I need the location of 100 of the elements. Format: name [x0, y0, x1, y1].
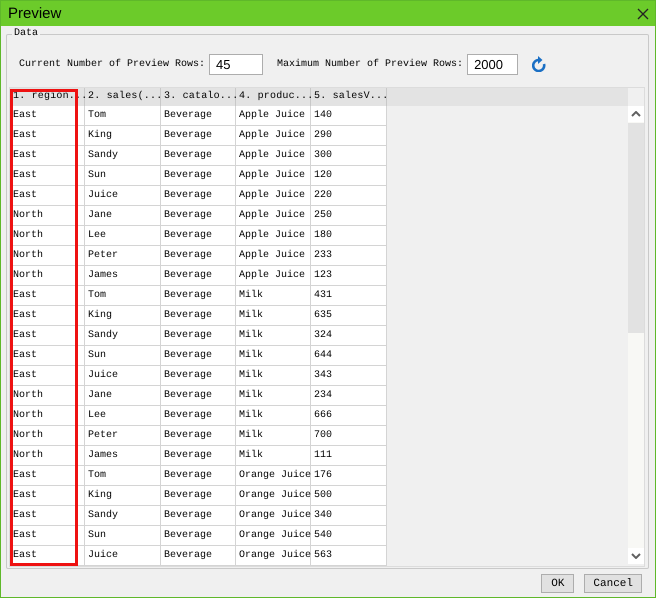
- table-cell: Beverage: [161, 306, 236, 326]
- table-cell: East: [10, 106, 85, 126]
- table-cell: Milk: [236, 366, 311, 386]
- table-cell: Lee: [85, 226, 161, 246]
- table-cell: Milk: [236, 446, 311, 466]
- ok-button[interactable]: OK: [541, 574, 574, 593]
- field-label: Maximum Number of Preview Rows:: [277, 58, 464, 70]
- table-cell: James: [85, 266, 161, 286]
- window-title: Preview: [8, 5, 62, 22]
- table-cell: Orange Juice: [236, 486, 311, 506]
- table-cell: East: [10, 166, 85, 186]
- table-cell: East: [10, 146, 85, 166]
- table-cell: Apple Juice: [236, 186, 311, 206]
- table-cell: Beverage: [161, 506, 236, 526]
- table-cell: Beverage: [161, 386, 236, 406]
- table-cell: King: [85, 126, 161, 146]
- table-cell: East: [10, 186, 85, 206]
- table-cell: North: [10, 206, 85, 226]
- table-cell: Apple Juice: [236, 146, 311, 166]
- table-cell: Beverage: [161, 166, 236, 186]
- table-cell: Beverage: [161, 186, 236, 206]
- table-cell: Beverage: [161, 146, 236, 166]
- table-cell: Lee: [85, 406, 161, 426]
- table-cell: King: [85, 486, 161, 506]
- table-cell: Beverage: [161, 126, 236, 146]
- table-cell: 180: [311, 226, 387, 246]
- table-cell: 324: [311, 326, 387, 346]
- cancel-button[interactable]: Cancel: [584, 574, 642, 593]
- table-cell: Apple Juice: [236, 226, 311, 246]
- table-cell: Milk: [236, 346, 311, 366]
- table-cell: 234: [311, 386, 387, 406]
- scroll-down-icon[interactable]: [628, 548, 644, 564]
- table-cell: 300: [311, 146, 387, 166]
- table-cell: Sun: [85, 166, 161, 186]
- table-cell: Beverage: [161, 286, 236, 306]
- table-cell: Beverage: [161, 266, 236, 286]
- table-cell: 644: [311, 346, 387, 366]
- table-cell: Milk: [236, 426, 311, 446]
- table-cell: Beverage: [161, 366, 236, 386]
- table-cell: North: [10, 266, 85, 286]
- table-cell: 290: [311, 126, 387, 146]
- table-cell: Beverage: [161, 406, 236, 426]
- table-cell: 563: [311, 546, 387, 566]
- table-cell: 123: [311, 266, 387, 286]
- table-cell: 111: [311, 446, 387, 466]
- table-cell: Beverage: [161, 486, 236, 506]
- table-cell: East: [10, 486, 85, 506]
- table-cell: Beverage: [161, 526, 236, 546]
- table-cell: 540: [311, 526, 387, 546]
- table-cell: King: [85, 306, 161, 326]
- table-cell: East: [10, 466, 85, 486]
- table-cell: 343: [311, 366, 387, 386]
- table-cell: 666: [311, 406, 387, 426]
- table-cell: East: [10, 526, 85, 546]
- table-cell: East: [10, 506, 85, 526]
- table-cell: 233: [311, 246, 387, 266]
- table-cell: Apple Juice: [236, 166, 311, 186]
- table-cell: Orange Juice: [236, 526, 311, 546]
- table-cell: Orange Juice: [236, 506, 311, 526]
- table-cell: Apple Juice: [236, 246, 311, 266]
- table-cell: Apple Juice: [236, 266, 311, 286]
- table-cell: Juice: [85, 366, 161, 386]
- table-cell: Beverage: [161, 206, 236, 226]
- table-cell: Beverage: [161, 466, 236, 486]
- refresh-icon[interactable]: [532, 56, 546, 72]
- table-cell: Beverage: [161, 246, 236, 266]
- table-cell: Beverage: [161, 346, 236, 366]
- table-cell: Beverage: [161, 226, 236, 246]
- table-cell: Beverage: [161, 326, 236, 346]
- table-cell: East: [10, 306, 85, 326]
- table-cell: East: [10, 286, 85, 306]
- table-cell: Milk: [236, 386, 311, 406]
- table-cell: Peter: [85, 246, 161, 266]
- input-field[interactable]: 2000: [467, 54, 518, 74]
- table-cell: 120: [311, 166, 387, 186]
- table-cell: Sandy: [85, 146, 161, 166]
- table-cell: Orange Juice: [236, 546, 311, 566]
- table-cell: Apple Juice: [236, 126, 311, 146]
- table-cell: Milk: [236, 326, 311, 346]
- table-cell: Tom: [85, 466, 161, 486]
- table-cell: East: [10, 126, 85, 146]
- table-cell: Jane: [85, 206, 161, 226]
- table-cell: James: [85, 446, 161, 466]
- table-cell: Beverage: [161, 446, 236, 466]
- scroll-thumb[interactable]: [628, 123, 644, 333]
- input-field[interactable]: 45: [209, 54, 264, 74]
- table-cell: East: [10, 366, 85, 386]
- table-cell: East: [10, 346, 85, 366]
- close-icon[interactable]: [637, 8, 649, 20]
- table-cell: North: [10, 246, 85, 266]
- table-cell: Sun: [85, 346, 161, 366]
- table-cell: Peter: [85, 426, 161, 446]
- table-cell: 220: [311, 186, 387, 206]
- scroll-up-icon[interactable]: [628, 106, 644, 122]
- table-cell: Sandy: [85, 326, 161, 346]
- table-cell: Milk: [236, 286, 311, 306]
- table-cell: Beverage: [161, 106, 236, 126]
- table-cell: 431: [311, 286, 387, 306]
- table-cell: Orange Juice: [236, 466, 311, 486]
- field-label: Current Number of Preview Rows:: [19, 58, 206, 70]
